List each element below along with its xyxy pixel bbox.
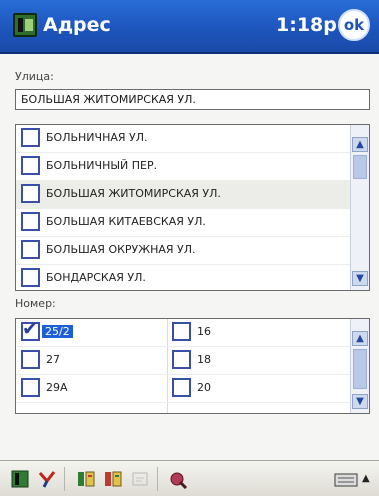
- checkbox[interactable]: [21, 268, 40, 287]
- tools-icon[interactable]: [37, 469, 57, 489]
- list-item[interactable]: 27: [16, 347, 167, 375]
- start-icon[interactable]: [10, 469, 30, 489]
- list-item[interactable]: БОЛЬНИЧНАЯ УЛ.: [16, 125, 369, 153]
- separator: [157, 467, 158, 491]
- number-scrollbar[interactable]: ▲ ▼: [350, 319, 369, 413]
- contacts-alt-icon[interactable]: [103, 469, 123, 489]
- list-item-label: БОНДАРСКАЯ УЛ.: [46, 271, 146, 284]
- input-menu-arrow-icon[interactable]: ▲: [362, 473, 370, 484]
- disabled-icon: [132, 472, 148, 486]
- list-item-label: 20: [197, 381, 211, 394]
- scroll-down-icon[interactable]: ▼: [352, 271, 368, 286]
- list-item-label: БОЛЬНИЧНЫЙ ПЕР.: [46, 159, 158, 172]
- list-item-label: 27: [46, 353, 60, 366]
- clock[interactable]: 1:18p: [276, 14, 337, 36]
- contacts-icon[interactable]: [76, 469, 96, 489]
- checkbox[interactable]: [21, 184, 40, 203]
- list-item-label: 16: [197, 325, 211, 338]
- list-item-label: БОЛЬШАЯ ОКРУЖНАЯ УЛ.: [46, 243, 196, 256]
- title-bar: Адрес 1:18p ok: [0, 0, 379, 54]
- checkbox-checked[interactable]: [21, 319, 40, 341]
- street-list[interactable]: БОЛЬНИЧНАЯ УЛ. БОЛЬНИЧНЫЙ ПЕР. БОЛЬШАЯ Ж…: [15, 124, 370, 291]
- checkbox[interactable]: [172, 350, 191, 369]
- checkbox[interactable]: [21, 156, 40, 175]
- street-scrollbar[interactable]: ▲ ▼: [350, 125, 369, 290]
- checkbox[interactable]: [21, 240, 40, 259]
- scroll-up-icon[interactable]: ▲: [352, 331, 368, 346]
- taskbar: ▲: [0, 460, 379, 496]
- separator: [64, 467, 65, 491]
- list-item-label: 25/2: [42, 325, 73, 338]
- list-item[interactable]: БОЛЬНИЧНЫЙ ПЕР.: [16, 153, 369, 181]
- checkbox[interactable]: [21, 128, 40, 147]
- list-item[interactable]: БОЛЬШАЯ ОКРУЖНАЯ УЛ.: [16, 237, 369, 265]
- checkbox[interactable]: [172, 378, 191, 397]
- list-item[interactable]: 29А: [16, 375, 167, 403]
- list-item-label: БОЛЬШАЯ ЖИТОМИРСКАЯ УЛ.: [46, 187, 221, 200]
- checkbox[interactable]: [21, 212, 40, 231]
- list-item[interactable]: БОЛЬШАЯ КИТАЕВСКАЯ УЛ.: [16, 209, 369, 237]
- list-item-label: 18: [197, 353, 211, 366]
- ok-button[interactable]: ok: [338, 9, 370, 41]
- number-list[interactable]: 25/2 27 29А 16 18 20 ▲ ▼: [15, 318, 370, 414]
- street-field[interactable]: БОЛЬШАЯ ЖИТОМИРСКАЯ УЛ.: [15, 89, 370, 110]
- window-title: Адрес: [43, 14, 111, 36]
- scroll-thumb[interactable]: [353, 349, 367, 389]
- list-item-label: БОЛЬНИЧНАЯ УЛ.: [46, 131, 148, 144]
- list-item[interactable]: 16: [167, 319, 352, 347]
- list-item[interactable]: 20: [167, 375, 352, 403]
- list-item[interactable]: 18: [167, 347, 352, 375]
- list-item[interactable]: БОНДАРСКАЯ УЛ.: [16, 265, 369, 290]
- list-item-label: БОЛЬШАЯ КИТАЕВСКАЯ УЛ.: [46, 215, 206, 228]
- number-label: Номер:: [15, 297, 56, 310]
- list-item[interactable]: 25/2: [16, 319, 167, 347]
- scroll-down-icon[interactable]: ▼: [352, 394, 368, 409]
- checkbox[interactable]: [172, 322, 191, 341]
- scroll-up-icon[interactable]: ▲: [352, 137, 368, 152]
- edit-icon[interactable]: [168, 469, 188, 489]
- list-item-selected[interactable]: БОЛЬШАЯ ЖИТОМИРСКАЯ УЛ.: [16, 181, 369, 209]
- address-book-icon: [13, 13, 37, 37]
- keyboard-icon[interactable]: [334, 469, 358, 489]
- scroll-thumb[interactable]: [353, 155, 367, 179]
- checkbox[interactable]: [21, 350, 40, 369]
- street-label: Улица:: [15, 70, 54, 83]
- checkbox[interactable]: [21, 378, 40, 397]
- list-item-label: 29А: [46, 381, 68, 394]
